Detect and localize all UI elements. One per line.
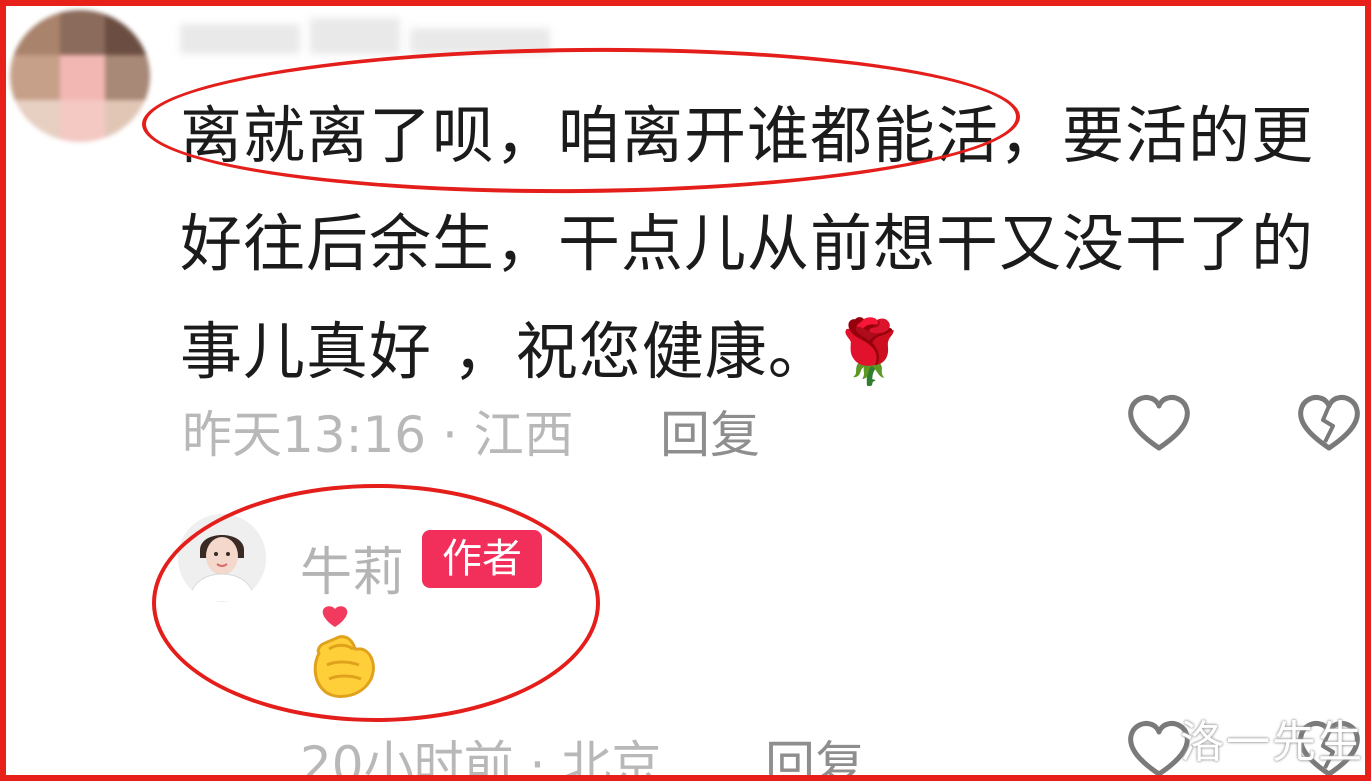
commenter-avatar[interactable]: [10, 10, 150, 142]
annotation-ellipse-reply: [152, 484, 600, 722]
broken-heart-icon[interactable]: [1295, 392, 1363, 454]
heart-outline-icon[interactable]: [1125, 392, 1193, 454]
watermark-text: 洛一先生: [1180, 717, 1364, 768]
comment-reply-button[interactable]: 回复: [660, 395, 760, 467]
reply-timestamp-location: 20小时前 · 北京: [300, 736, 662, 781]
comment-timestamp-location: 昨天13:16 · 江西: [182, 406, 574, 464]
reply-reply-button[interactable]: 回复: [765, 725, 865, 781]
